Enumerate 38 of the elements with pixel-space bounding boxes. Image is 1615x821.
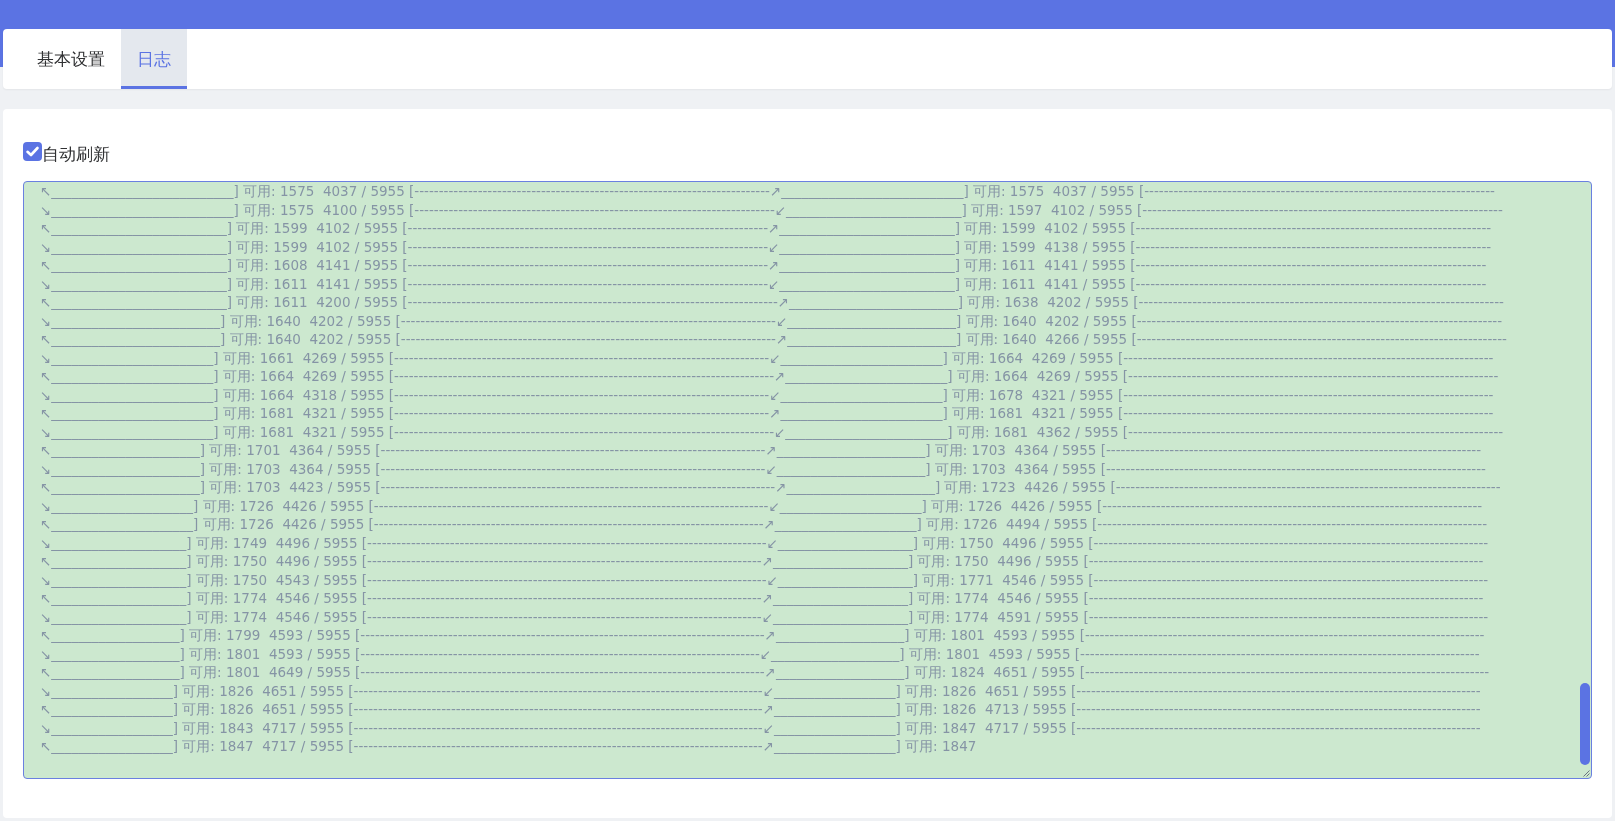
- log-line: ↖____________________] 可用: 1750 4496 / 5955 [---------------------------------------------------------------------------------↗____________________] 可用: 1750 4496 / 5955 [---------------------------------------------------------------------------------: [40, 552, 1484, 571]
- log-line: ↖___________________] 可用: 1799 4593 / 5955 [-----------------------------------------------------------------------------------↗___________________] 可用: 1801 4593 / 5955 [----------------------------------------------------------------------------------: [40, 626, 1485, 645]
- log-line: ↘____________________] 可用: 1749 4496 / 5955 [----------------------------------------------------------------------------------↙____________________] 可用: 1750 4496 / 5955 [---------------------------------------------------------------------------------: [40, 533, 1489, 552]
- log-line: ↘________________________] 可用: 1664 4318 / 5955 [-----------------------------------------------------------------------------↙________________________] 可用: 1678 4321 / 5955 [----------------------------------------------------------------------------: [40, 385, 1494, 404]
- log-line: ↘__________________________] 可用: 1611 4141 / 5955 [--------------------------------------------------------------------------↙__________________________] 可用: 1611 4141 / 5955 [------------------------------------------------------------------------: [40, 274, 1487, 293]
- log-textarea[interactable]: [23, 181, 1592, 779]
- log-line: ↖____________________] 可用: 1774 4546 / 5955 [---------------------------------------------------------------------------------↗____________________] 可用: 1774 4546 / 5955 [---------------------------------------------------------------------------------: [40, 589, 1484, 608]
- log-line: ↘_____________________] 可用: 1726 4426 / 5955 [---------------------------------------------------------------------------------↙_____________________] 可用: 1726 4426 / 5955 [------------------------------------------------------------------------------: [40, 496, 1483, 515]
- log-line: ↖_________________________] 可用: 1640 4202 / 5955 [-----------------------------------------------------------------------------↗_________________________] 可用: 1640 4266 / 5955 [----------------------------------------------------------------------------: [40, 330, 1507, 349]
- log-line: ↖_____________________] 可用: 1726 4426 / 5955 [--------------------------------------------------------------------------------↗_____________________] 可用: 1726 4494 / 5955 [--------------------------------------------------------------------------------: [40, 515, 1487, 534]
- log-line: ↘________________________] 可用: 1661 4269 / 5955 [-----------------------------------------------------------------------------↙________________________] 可用: 1664 4269 / 5955 [----------------------------------------------------------------------------: [40, 348, 1494, 367]
- log-line: ↖__________________________] 可用: 1608 4141 / 5955 [--------------------------------------------------------------------------↗__________________________] 可用: 1611 4141 / 5955 [------------------------------------------------------------------------: [40, 256, 1487, 275]
- log-line: ↘______________________] 可用: 1703 4364 / 5955 [-------------------------------------------------------------------------------↙______________________] 可用: 1703 4364 / 5955 [------------------------------------------------------------------------------: [40, 459, 1486, 478]
- log-line: ↘__________________] 可用: 1826 4651 / 5955 [------------------------------------------------------------------------------------↙__________________] 可用: 1826 4651 / 5955 [-----------------------------------------------------------------------------------: [40, 681, 1481, 700]
- log-line: ↘__________________] 可用: 1843 4717 / 5955 [------------------------------------------------------------------------------------↙__________________] 可用: 1847 4717 / 5955 [-----------------------------------------------------------------------------------: [40, 718, 1481, 737]
- resize-handle-icon[interactable]: [1583, 770, 1590, 777]
- log-line: ↖______________________] 可用: 1703 4423 / 5955 [---------------------------------------------------------------------------------↗______________________] 可用: 1723 4426 / 5955 [-------------------------------------------------------------------------------: [40, 478, 1501, 497]
- log-line: ↖__________________________] 可用: 1599 4102 / 5955 [--------------------------------------------------------------------------↗__________________________] 可用: 1599 4102 / 5955 [-------------------------------------------------------------------------: [40, 219, 1492, 238]
- log-line: ↖___________________________] 可用: 1575 4037 / 5955 [-------------------------------------------------------------------------↗___________________________] 可用: 1575 4037 / 5955 [------------------------------------------------------------------------: [40, 182, 1495, 201]
- log-line: ↖__________________] 可用: 1847 4717 / 5955 [------------------------------------------------------------------------------------↗__________________] 可用: 1847: [40, 737, 977, 756]
- log-line: ↖__________________] 可用: 1826 4651 / 5955 [------------------------------------------------------------------------------------↗__________________] 可用: 1826 4713 / 5955 [-----------------------------------------------------------------------------------: [40, 700, 1481, 719]
- tab[interactable]: 基本设置: [21, 29, 121, 89]
- log-line: ↘__________________________] 可用: 1599 4102 / 5955 [--------------------------------------------------------------------------↙__________________________] 可用: 1599 4138 / 5955 [-------------------------------------------------------------------------: [40, 237, 1492, 256]
- log-line: ↘________________________] 可用: 1681 4321 / 5955 [------------------------------------------------------------------------------↙________________________] 可用: 1681 4362 / 5955 [-----------------------------------------------------------------------------: [40, 422, 1504, 441]
- log-line: ↖________________________] 可用: 1664 4269 / 5955 [------------------------------------------------------------------------------↗________________________] 可用: 1664 4269 / 5955 [----------------------------------------------------------------------------: [40, 367, 1499, 386]
- log-line: ↘____________________] 可用: 1774 4546 / 5955 [---------------------------------------------------------------------------------↙____________________] 可用: 1774 4591 / 5955 [----------------------------------------------------------------------------------: [40, 607, 1489, 626]
- log-line: ↘____________________] 可用: 1750 4543 / 5955 [----------------------------------------------------------------------------------↙____________________] 可用: 1771 4546 / 5955 [---------------------------------------------------------------------------------: [40, 570, 1489, 589]
- tab[interactable]: 日志: [121, 29, 187, 89]
- scrollbar-thumb[interactable]: [1580, 683, 1590, 765]
- log-line: ↘___________________] 可用: 1801 4593 / 5955 [----------------------------------------------------------------------------------↙___________________] 可用: 1801 4593 / 5955 [----------------------------------------------------------------------------------: [40, 644, 1480, 663]
- checkbox-label[interactable]: 自动刷新: [42, 144, 110, 164]
- log-line: ↖______________________] 可用: 1701 4364 / 5955 [-------------------------------------------------------------------------------↗______________________] 可用: 1703 4364 / 5955 [-----------------------------------------------------------------------------: [40, 441, 1482, 460]
- log-line: ↘___________________________] 可用: 1575 4100 / 5955 [--------------------------------------------------------------------------↙__________________________] 可用: 1597 4102 / 5955 [--------------------------------------------------------------------------: [40, 200, 1503, 219]
- log-line: ↖___________________] 可用: 1801 4649 / 5955 [-----------------------------------------------------------------------------------↗___________________] 可用: 1824 4651 / 5955 [-----------------------------------------------------------------------------------: [40, 663, 1490, 682]
- checkbox[interactable]: [23, 141, 42, 161]
- log-line: ↖________________________] 可用: 1681 4321 / 5955 [-----------------------------------------------------------------------------↗________________________] 可用: 1681 4321 / 5955 [----------------------------------------------------------------------------: [40, 404, 1494, 423]
- log-line: ↖__________________________] 可用: 1611 4200 / 5955 [----------------------------------------------------------------------------↗_________________________] 可用: 1638 4202 / 5955 [---------------------------------------------------------------------------: [40, 293, 1504, 312]
- log-line: ↘_________________________] 可用: 1640 4202 / 5955 [-----------------------------------------------------------------------------↙_________________________] 可用: 1640 4202 / 5955 [---------------------------------------------------------------------------: [40, 311, 1503, 330]
